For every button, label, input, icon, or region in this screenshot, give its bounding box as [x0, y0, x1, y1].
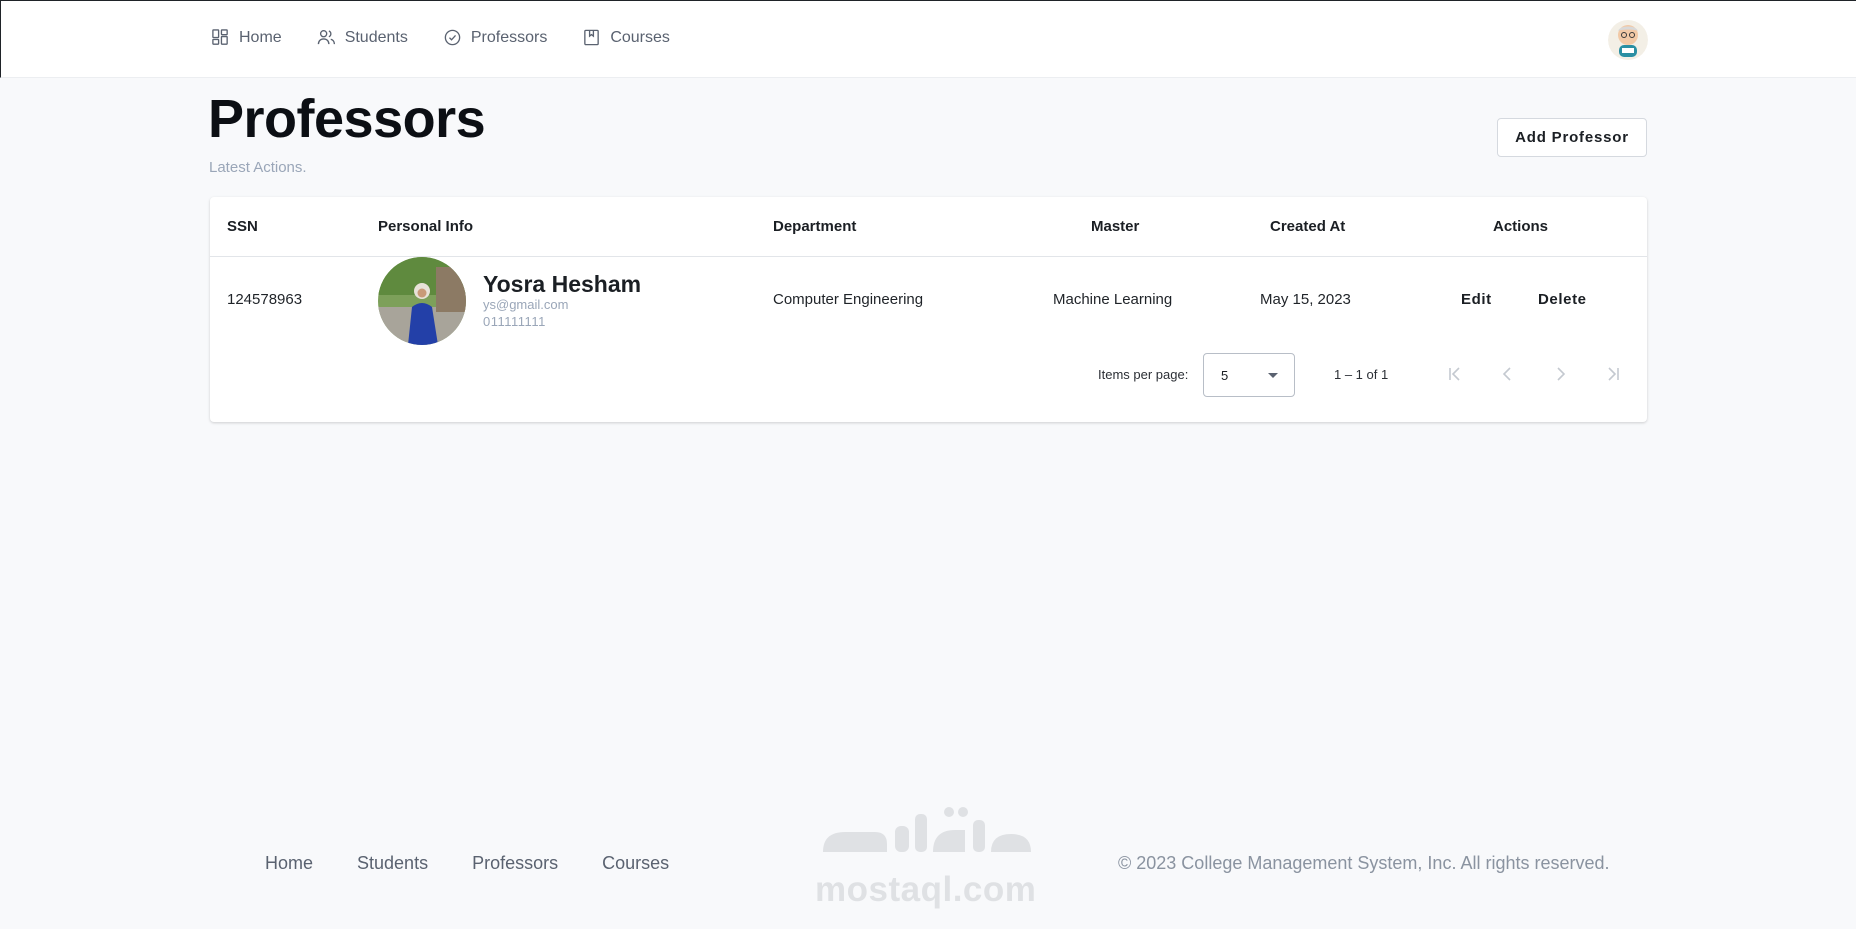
nav-professors-label: Professors — [470, 28, 548, 46]
user-avatar[interactable] — [1608, 19, 1648, 61]
professors-table-card: SSN Personal Info Department Master Crea… — [210, 197, 1647, 422]
copyright-text: © 2023 College Management System, Inc. A… — [1118, 853, 1610, 873]
footer-nav: Home Students Professors Courses — [265, 853, 713, 874]
col-personal-info-header: Personal Info — [378, 218, 474, 235]
edit-button[interactable]: Edit — [1461, 291, 1492, 308]
check-circle-icon — [444, 29, 461, 46]
watermark-logo — [823, 807, 1031, 852]
page-title: Professors — [208, 89, 486, 149]
page-size-value: 5 — [1221, 368, 1229, 383]
items-per-page-label: Items per page: — [1098, 367, 1189, 382]
nav-home-label: Home — [239, 28, 282, 46]
row-department: Computer Engineering — [773, 291, 924, 308]
page-subtitle: Latest Actions. — [209, 159, 307, 176]
row-created-at: May 15, 2023 — [1260, 291, 1351, 308]
main-nav: Home Students Professors Courses — [211, 28, 705, 47]
last-page-button[interactable] — [1598, 359, 1628, 389]
nav-courses-label: Courses — [610, 28, 670, 46]
professor-name: Yosra Hesham — [483, 271, 642, 297]
chevron-down-icon — [1268, 373, 1278, 378]
user-avatar-image — [1608, 20, 1648, 60]
col-ssn-header: SSN — [227, 218, 258, 235]
delete-button[interactable]: Delete — [1538, 291, 1587, 308]
users-icon — [317, 29, 335, 45]
nav-home[interactable]: Home — [211, 28, 282, 47]
nav-courses[interactable]: Courses — [582, 28, 670, 47]
first-page-button[interactable] — [1440, 359, 1470, 389]
dashboard-icon — [212, 29, 228, 45]
professor-phone: 011111111 — [483, 314, 546, 329]
professor-photo-image — [378, 257, 466, 345]
last-page-icon — [1608, 367, 1619, 381]
watermark-latin: mostaql.com — [815, 870, 1037, 909]
row-master: Machine Learning — [1053, 291, 1173, 308]
nav-students-label: Students — [344, 28, 408, 46]
col-actions-header: Actions — [1493, 218, 1549, 235]
page-size-select[interactable]: 5 — [1203, 353, 1295, 397]
col-created-at-header: Created At — [1270, 218, 1346, 235]
previous-page-button[interactable] — [1493, 359, 1523, 389]
next-page-button[interactable] — [1545, 359, 1575, 389]
footer-link-home[interactable]: Home — [265, 853, 313, 874]
footer-link-courses[interactable]: Courses — [602, 853, 669, 874]
col-master-header: Master — [1091, 218, 1140, 235]
chevron-right-icon — [1557, 367, 1566, 381]
nav-students[interactable]: Students — [317, 28, 408, 47]
footer-link-students[interactable]: Students — [357, 853, 428, 874]
chevron-left-icon — [1502, 367, 1511, 381]
professor-photo — [378, 257, 466, 345]
footer-link-professors[interactable]: Professors — [472, 853, 558, 874]
top-navbar: Home Students Professors Courses — [0, 0, 1856, 78]
nav-professors[interactable]: Professors — [443, 28, 547, 47]
bookmark-icon — [584, 29, 600, 46]
add-professor-button[interactable]: Add Professor — [1497, 118, 1647, 157]
mostaql-watermark: mostaql.com — [815, 800, 1040, 910]
first-page-icon — [1449, 367, 1460, 381]
col-department-header: Department — [773, 218, 857, 235]
professor-email: ys@gmail.com — [483, 297, 569, 312]
page-range-label: 1 – 1 of 1 — [1334, 367, 1389, 382]
table-header: SSN Personal Info Department Master Crea… — [210, 197, 1647, 257]
row-ssn: 124578963 — [227, 291, 303, 308]
